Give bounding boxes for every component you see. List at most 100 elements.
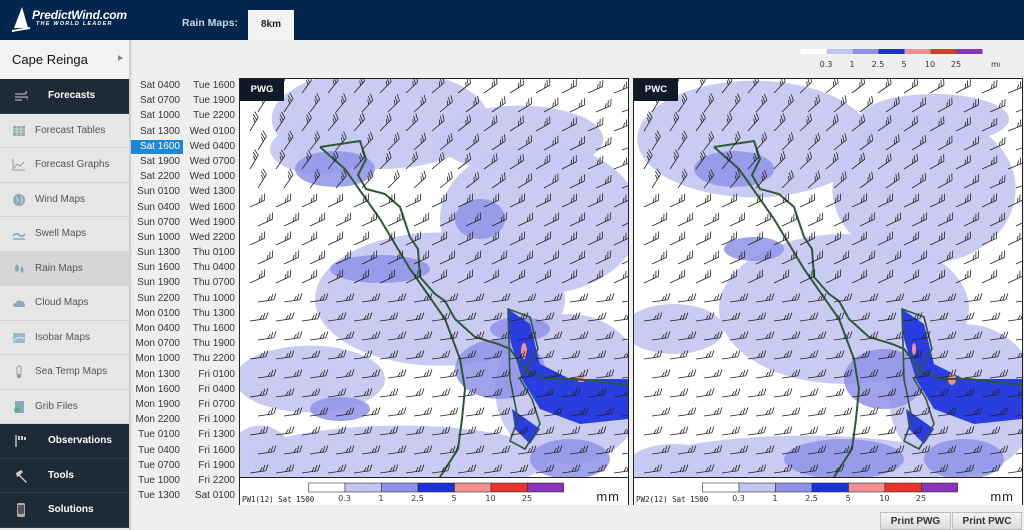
sidebar-item-isobar-maps[interactable]: Isobar Maps [0, 321, 129, 355]
timestep-row: Sun 0400 Wed 1600 [131, 200, 239, 215]
legend-unit: mm [991, 60, 1000, 69]
sidebar-item-wind-maps[interactable]: Wind Maps [0, 183, 129, 217]
timestep-item[interactable]: Sat 2200 [131, 170, 183, 184]
timestep-item[interactable]: Mon 2200 [131, 413, 183, 427]
timestep-item[interactable]: Mon 1000 [131, 352, 183, 366]
timestep-item[interactable]: Sun 0700 [131, 216, 183, 230]
sidebar-item-label: Tools [48, 469, 74, 481]
timestep-row: Sun 1600 Thu 0400 [131, 260, 239, 275]
timestep-item[interactable]: Sun 0100 [131, 185, 183, 199]
globe-icon [13, 193, 25, 206]
timestep-item[interactable]: Tue 1900 [183, 94, 238, 108]
timestep-item[interactable]: Tue 1000 [131, 474, 183, 488]
timestep-item[interactable]: Thu 0700 [183, 276, 238, 290]
model-badge: PWC [634, 79, 678, 101]
timestep-row: Sun 1300 Thu 0100 [131, 245, 239, 260]
timestep-item[interactable]: Sat 1900 [131, 155, 183, 169]
wave-icon [12, 232, 26, 240]
timestep-item[interactable]: Thu 1600 [183, 322, 238, 336]
timestep-item[interactable]: Thu 2200 [183, 352, 238, 366]
print-pwg-button[interactable]: Print PWG [880, 512, 951, 530]
timestep-item[interactable]: Thu 0400 [183, 261, 238, 275]
predictwind-logo[interactable]: PredictWind.com THE WORLD LEADER [10, 6, 135, 34]
sidebar-item-forecast-tables[interactable]: Forecast Tables [0, 114, 129, 148]
model-run-label: PW2(12) Sat 1500 [636, 495, 709, 504]
resolution-tab-8km[interactable]: 8km [248, 10, 294, 40]
timestep-item[interactable]: Wed 0700 [183, 155, 238, 169]
timestep-item[interactable]: Fri 0400 [183, 383, 238, 397]
print-pwc-button[interactable]: Print PWC [952, 512, 1022, 530]
sidebar-item-forecasts[interactable]: Forecasts [0, 79, 129, 114]
timestep-item[interactable]: Mon 0700 [131, 337, 183, 351]
timestep-item[interactable]: Mon 1300 [131, 368, 183, 382]
timestep-item[interactable]: Tue 0400 [131, 444, 183, 458]
timestep-item[interactable]: Wed 1900 [183, 216, 238, 230]
timestep-item[interactable]: Tue 0100 [131, 428, 183, 442]
timestep-item[interactable]: Thu 1300 [183, 307, 238, 321]
timestep-row: Mon 0400 Thu 1600 [131, 321, 239, 336]
legend-tick-label: 2.5 [411, 494, 424, 502]
legend-tick-label: 0.3 [820, 60, 833, 69]
legend-tick-label: 2.5 [872, 60, 885, 69]
timestep-item[interactable]: Sun 1600 [131, 261, 183, 275]
timestep-item[interactable]: Fri 2200 [183, 474, 238, 488]
timestep-item[interactable]: Wed 1000 [183, 170, 238, 184]
legend-swatch [884, 482, 922, 493]
timestep-item[interactable]: Sat 1600 [131, 139, 183, 154]
timestep-item[interactable]: Fri 1600 [183, 444, 238, 458]
sidebar-item-rain-maps[interactable]: Rain Maps [0, 251, 129, 286]
timestep-item[interactable]: Tue 2200 [183, 109, 238, 123]
sidebar-item-observations[interactable]: Observations [0, 424, 129, 459]
timestep-item[interactable]: Fri 1900 [183, 459, 238, 473]
timestep-item[interactable]: Mon 0400 [131, 322, 183, 336]
legend-swatch [904, 49, 931, 54]
timestep-item[interactable]: Sun 2200 [131, 292, 183, 306]
legend-swatch [490, 482, 528, 493]
timestep-item[interactable]: Tue 1300 [131, 489, 183, 503]
timestep-item[interactable]: Wed 2200 [183, 231, 238, 245]
timestep-item[interactable]: Tue 0700 [131, 459, 183, 473]
timestep-item[interactable]: Sat 1000 [131, 109, 183, 123]
timestep-item[interactable]: Thu 1900 [183, 337, 238, 351]
sidebar-item-grib-files[interactable]: Grib Files [0, 390, 129, 424]
timestep-item[interactable]: Fri 1300 [183, 428, 238, 442]
timestep-item[interactable]: Thu 0100 [183, 246, 238, 260]
rain-map-pwg[interactable] [240, 79, 628, 477]
timestep-item[interactable]: Sun 1300 [131, 246, 183, 260]
timestep-item[interactable]: Thu 1000 [183, 292, 238, 306]
timestep-row: Sun 0700 Wed 1900 [131, 215, 239, 230]
sidebar-item-forecast-graphs[interactable]: Forecast Graphs [0, 148, 129, 183]
sidebar-item-solutions[interactable]: Solutions [0, 493, 129, 528]
timestep-item[interactable]: Mon 0100 [131, 307, 183, 321]
rain-map-pwc[interactable] [634, 79, 1022, 477]
sidebar-item-label: Forecast Tables [35, 124, 106, 136]
color-scale: 0.3 1 2.5 5 10 25 [308, 482, 564, 502]
timestep-item[interactable]: Sat 0400 [131, 79, 183, 93]
legend-swatch [344, 482, 382, 493]
timestep-item[interactable]: Sat 0700 [131, 94, 183, 108]
legend-swatch [956, 49, 983, 54]
timestep-item[interactable]: Sat 1300 [131, 125, 183, 139]
timestep-item[interactable]: Sun 0400 [131, 201, 183, 215]
timestep-item[interactable]: Wed 0400 [183, 140, 238, 154]
sidebar-item-sea-temp-maps[interactable]: Sea Temp Maps [0, 355, 129, 390]
timestep-item[interactable]: Fri 0700 [183, 398, 238, 412]
timestep-item[interactable]: Sun 1900 [131, 276, 183, 290]
sidebar-item-tools[interactable]: Tools [0, 458, 129, 493]
timestep-item[interactable]: Sat 0100 [183, 489, 238, 503]
timestep-item[interactable]: Wed 0100 [183, 125, 238, 139]
timestep-item[interactable]: Sun 1000 [131, 231, 183, 245]
timestep-item[interactable]: Fri 0100 [183, 368, 238, 382]
timestep-row: Mon 0700 Thu 1900 [131, 336, 239, 351]
legend-swatch [878, 49, 905, 54]
timestep-item[interactable]: Wed 1600 [183, 201, 238, 215]
legend-tick-label: 5 [901, 60, 906, 69]
sidebar-item-cloud-maps[interactable]: Cloud Maps [0, 286, 129, 321]
timestep-item[interactable]: Mon 1900 [131, 398, 183, 412]
timestep-item[interactable]: Mon 1600 [131, 383, 183, 397]
location-selector[interactable]: Cape Reinga [0, 40, 129, 79]
sidebar-item-swell-maps[interactable]: Swell Maps [0, 217, 129, 252]
timestep-item[interactable]: Fri 1000 [183, 413, 238, 427]
timestep-item[interactable]: Tue 1600 [183, 79, 238, 93]
timestep-item[interactable]: Wed 1300 [183, 185, 238, 199]
